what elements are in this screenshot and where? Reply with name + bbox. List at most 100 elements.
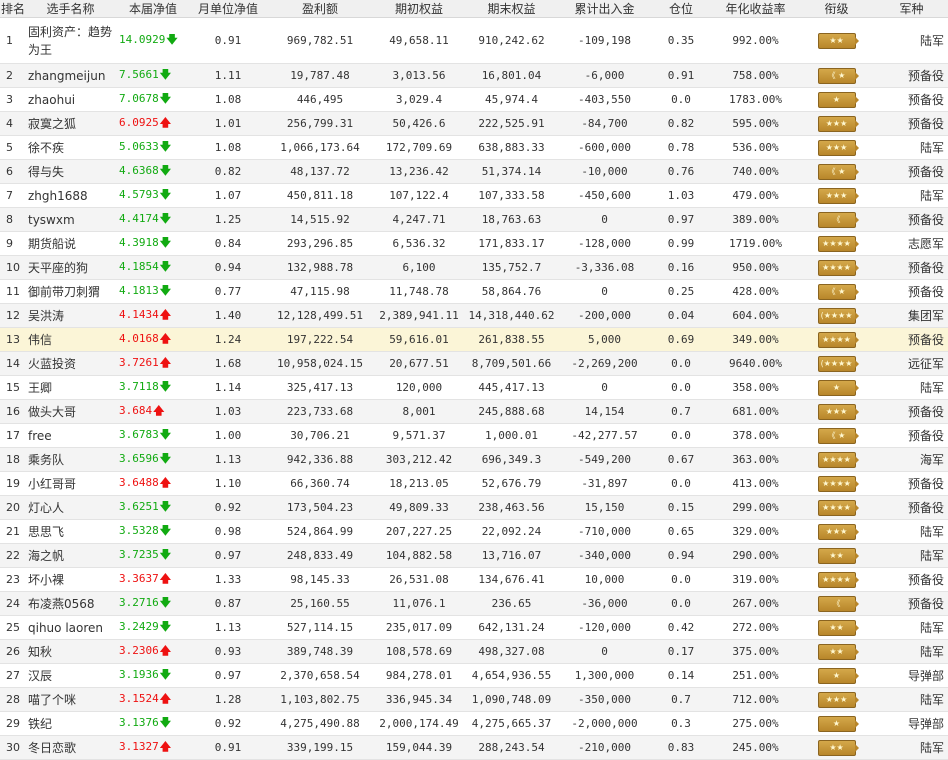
player-name-link[interactable]: qihuo laoren [26, 615, 115, 640]
rank-badge-cell: ★ [798, 87, 875, 112]
nav-value: 3.5328 [119, 524, 159, 537]
army-cell: 陆军 [875, 375, 948, 400]
arrow-down-icon: 🡇 [159, 380, 172, 393]
nav-cell: 3.6251🡇 [115, 495, 191, 520]
player-name-link[interactable]: 喵了个咪 [26, 687, 115, 712]
player-name-link[interactable]: 徐不疾 [26, 135, 115, 160]
start-equity-cell: 159,044.39 [375, 735, 463, 760]
player-name-link[interactable]: 伟信 [26, 327, 115, 352]
net-flow-cell: -340,000 [560, 543, 649, 568]
nav-cell: 3.7261🡅 [115, 351, 191, 376]
end-equity-cell: 14,318,440.62 [463, 303, 560, 328]
header-position[interactable]: 仓位 [649, 0, 713, 18]
table-row: 6 得与失 4.6368🡇 0.82 48,137.72 13,236.42 51,374.… [0, 159, 948, 184]
player-name-link[interactable]: 汉辰 [26, 663, 115, 688]
player-name-link[interactable]: 小红哥哥 [26, 471, 115, 496]
header-name[interactable]: 选手名称 [26, 0, 115, 18]
net-flow-cell: -350,000 [560, 687, 649, 712]
start-equity-cell: 104,882.58 [375, 543, 463, 568]
player-name-link[interactable]: 火蓝投资 [26, 351, 115, 376]
player-name-link[interactable]: 固利资产：趋势为王 [26, 17, 115, 64]
player-name-link[interactable]: free [26, 423, 115, 448]
monthly-nav-cell: 1.28 [191, 687, 265, 712]
table-row: 7 zhgh1688 4.5793🡇 1.07 450,811.18 107,122.4 1… [0, 183, 948, 208]
header-rank[interactable]: 排名 [0, 0, 26, 18]
net-flow-cell: 0 [560, 639, 649, 664]
player-name-link[interactable]: 御前带刀刺猬 [26, 279, 115, 304]
nav-cell: 4.1813🡇 [115, 279, 191, 304]
start-equity-cell: 303,212.42 [375, 447, 463, 472]
header-profit[interactable]: 盈利额 [265, 0, 375, 18]
player-name-link[interactable]: 王卿 [26, 375, 115, 400]
arrow-down-icon: 🡇 [159, 212, 172, 225]
rank-badge-cell: ★★★★ [798, 327, 875, 352]
arrow-down-icon: 🡇 [159, 548, 172, 561]
rank-badge-icon: ★★★ [817, 523, 859, 540]
net-flow-cell: -31,897 [560, 471, 649, 496]
rank-badge-cell: ★★ [798, 639, 875, 664]
nav-value: 3.1327 [119, 740, 159, 753]
player-name-link[interactable]: tyswxm [26, 207, 115, 232]
header-rank-badge[interactable]: 衔级 [798, 0, 875, 18]
table-row: 13 伟信 4.0168🡅 1.24 197,222.54 59,616.01 261,83… [0, 327, 948, 352]
player-name-link[interactable]: 知秋 [26, 639, 115, 664]
position-cell: 0.35 [649, 17, 713, 64]
header-nav[interactable]: 本届净值 [115, 0, 191, 18]
header-army[interactable]: 军种 [875, 0, 948, 18]
player-name-link[interactable]: 期货船说 [26, 231, 115, 256]
header-monthly-nav[interactable]: 月单位净值 [191, 0, 265, 18]
player-name-link[interactable]: 灯心人 [26, 495, 115, 520]
player-name-link[interactable]: 寂寞之狐 [26, 111, 115, 136]
army-cell: 陆军 [875, 687, 948, 712]
net-flow-cell: -450,600 [560, 183, 649, 208]
army-cell: 预备役 [875, 591, 948, 616]
player-name-link[interactable]: zhgh1688 [26, 183, 115, 208]
start-equity-cell: 49,658.11 [375, 17, 463, 64]
rank-cell: 2 [0, 63, 26, 88]
player-name-link[interactable]: zhangmeijun [26, 63, 115, 88]
rank-cell: 24 [0, 591, 26, 616]
annual-return-cell: 272.00% [713, 615, 798, 640]
table-row: 27 汉辰 3.1936🡇 0.97 2,370,658.54 984,278.01 4,6… [0, 663, 948, 688]
nav-cell: 3.5328🡇 [115, 519, 191, 544]
table-row: 17 free 3.6783🡇 1.00 30,706.21 9,571.37 1,000.… [0, 423, 948, 448]
rank-badge-icon: ★★★★ [817, 475, 859, 492]
player-name-link[interactable]: 思思飞 [26, 519, 115, 544]
player-name-link[interactable]: 坏小裸 [26, 567, 115, 592]
table-row: 16 做头大哥 3.684🡅 1.03 223,733.68 8,001 245,888.6… [0, 399, 948, 424]
nav-cell: 3.2306🡅 [115, 639, 191, 664]
monthly-nav-cell: 1.01 [191, 111, 265, 136]
player-name-link[interactable]: 吴洪涛 [26, 303, 115, 328]
start-equity-cell: 20,677.51 [375, 351, 463, 376]
arrow-down-icon: 🡇 [159, 68, 172, 81]
rank-badge-icon: ★ [817, 715, 859, 732]
header-annual-return[interactable]: 年化收益率 [713, 0, 798, 18]
header-end-equity[interactable]: 期末权益 [463, 0, 560, 18]
army-cell: 预备役 [875, 327, 948, 352]
monthly-nav-cell: 0.97 [191, 663, 265, 688]
rank-cell: 6 [0, 159, 26, 184]
header-start-equity[interactable]: 期初权益 [375, 0, 463, 18]
table-row: 10 天平座的狗 4.1854🡇 0.94 132,988.78 6,100 135,752… [0, 255, 948, 280]
nav-cell: 3.6596🡇 [115, 447, 191, 472]
table-row: 5 徐不疾 5.0633🡇 1.08 1,066,173.64 172,709.69 638… [0, 135, 948, 160]
player-name-link[interactable]: 海之帆 [26, 543, 115, 568]
rank-badge-cell: ★★★★ [798, 231, 875, 256]
table-row: 2 zhangmeijun 7.5661🡇 1.11 19,787.48 3,013.56… [0, 63, 948, 88]
player-name-link[interactable]: 乘务队 [26, 447, 115, 472]
player-name-link[interactable]: 得与失 [26, 159, 115, 184]
player-name-link[interactable]: 布凌燕0568 [26, 591, 115, 616]
nav-value: 3.1936 [119, 668, 159, 681]
player-name-link[interactable]: 天平座的狗 [26, 255, 115, 280]
monthly-nav-cell: 0.92 [191, 711, 265, 736]
player-name-link[interactable]: 冬日恋歌 [26, 735, 115, 760]
monthly-nav-cell: 1.14 [191, 375, 265, 400]
table-row: 9 期货船说 4.3918🡇 0.84 293,296.85 6,536.32 171,83… [0, 231, 948, 256]
header-net-flow[interactable]: 累计出入金 [560, 0, 649, 18]
rank-cell: 22 [0, 543, 26, 568]
player-name-link[interactable]: zhaohui [26, 87, 115, 112]
net-flow-cell: -200,000 [560, 303, 649, 328]
annual-return-cell: 251.00% [713, 663, 798, 688]
player-name-link[interactable]: 做头大哥 [26, 399, 115, 424]
player-name-link[interactable]: 铁纪 [26, 711, 115, 736]
